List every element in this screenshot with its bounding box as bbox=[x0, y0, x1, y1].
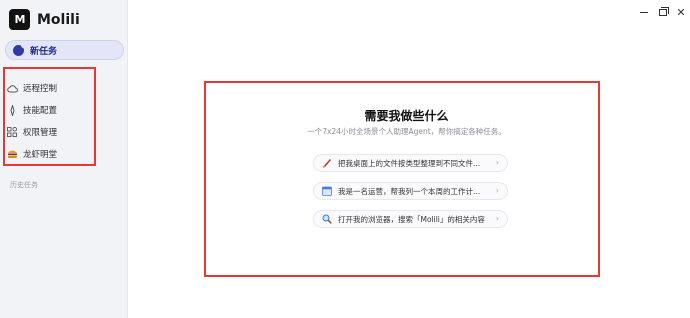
sidebar-item-remote-control[interactable]: 远程控制 bbox=[6, 82, 57, 94]
sidebar: M Molili 新任务 远程控制 技能配置 权限管理 龙虾明堂 历史任务 bbox=[0, 0, 128, 318]
new-task-button[interactable]: 新任务 bbox=[5, 40, 124, 60]
sidebar-item-lobster-hall[interactable]: 龙虾明堂 bbox=[6, 148, 57, 160]
sidebar-item-label: 龙虾明堂 bbox=[23, 150, 58, 160]
magnifier-icon bbox=[322, 214, 332, 224]
new-task-icon bbox=[13, 42, 26, 56]
app-logo: M bbox=[9, 9, 30, 30]
close-icon: ✕ bbox=[676, 5, 686, 19]
suggestion-text: 把我桌面上的文件按类型整理到不同文件... bbox=[338, 158, 481, 168]
new-task-label: 新任务 bbox=[30, 46, 58, 57]
chevron-right-icon: › bbox=[495, 214, 499, 223]
grid-icon bbox=[6, 126, 18, 138]
suggestion-chip[interactable]: 把我桌面上的文件按类型整理到不同文件... › bbox=[313, 154, 508, 172]
history-section-label: 历史任务 bbox=[10, 181, 38, 189]
brush-icon bbox=[322, 158, 332, 168]
suggestion-chip[interactable]: 我是一名运营，帮我列一个本周的工作计... › bbox=[313, 182, 508, 200]
sidebar-item-label: 远程控制 bbox=[23, 84, 58, 94]
restore-button[interactable] bbox=[656, 5, 670, 19]
page-subtitle: 一个7x24小时全场景个人助理Agent，帮你搞定各种任务。 bbox=[307, 127, 506, 136]
burger-icon bbox=[6, 148, 18, 160]
suggestion-text: 我是一名运营，帮我列一个本周的工作计... bbox=[338, 186, 481, 196]
brand: M Molili bbox=[9, 9, 80, 30]
close-button[interactable]: ✕ bbox=[674, 5, 688, 19]
suggestion-chip[interactable]: 打开我的浏览器，搜索「Molili」的相关内容 › bbox=[313, 210, 508, 228]
cloud-icon bbox=[6, 82, 18, 94]
app-name: Molili bbox=[37, 11, 80, 28]
chevron-right-icon: › bbox=[495, 186, 499, 195]
sidebar-item-label: 技能配置 bbox=[23, 106, 58, 116]
minimize-button[interactable] bbox=[637, 5, 651, 19]
calendar-icon bbox=[322, 186, 332, 196]
suggestion-text: 打开我的浏览器，搜索「Molili」的相关内容 bbox=[338, 214, 485, 224]
restore-icon bbox=[659, 6, 669, 16]
chevron-right-icon: › bbox=[495, 158, 499, 167]
sparkle-icon bbox=[6, 104, 18, 116]
minimize-icon bbox=[640, 11, 648, 13]
sidebar-item-skill-config[interactable]: 技能配置 bbox=[6, 104, 57, 116]
page-title: 需要我做些什么 bbox=[364, 109, 449, 123]
sidebar-item-label: 权限管理 bbox=[23, 128, 58, 138]
sidebar-item-permissions[interactable]: 权限管理 bbox=[6, 126, 57, 138]
